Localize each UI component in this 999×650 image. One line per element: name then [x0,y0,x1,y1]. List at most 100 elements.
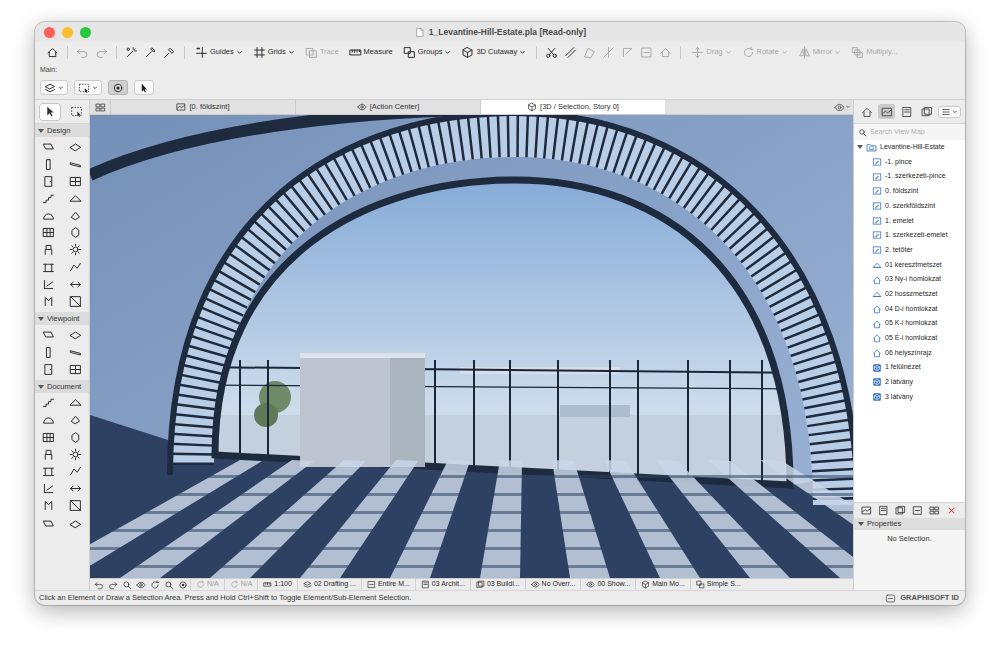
magic-wand-button[interactable] [122,46,141,59]
tree-item[interactable]: 0. szerkföldszint [854,199,965,214]
tool-button[interactable] [35,497,62,514]
quick-option[interactable]: 03 Buildi... [470,579,525,590]
tool-button[interactable] [62,224,89,241]
navigation-button[interactable] [134,580,148,590]
toolbox-section-header[interactable]: Document [35,380,89,393]
tool-button[interactable] [62,344,89,361]
tool-button[interactable] [62,394,89,411]
navigator-mode-button[interactable] [878,104,895,119]
toolbar-button[interactable]: Multiply... [846,46,902,59]
tool-button[interactable] [62,463,89,480]
toolbar-button[interactable]: 3D Cutaway [456,46,531,59]
quick-option[interactable]: 00 Show... [580,579,635,590]
quick-option[interactable]: No Overr... [525,579,581,590]
tool-button[interactable] [62,429,89,446]
infobox-segment[interactable] [134,80,154,95]
tree-item[interactable]: 3 látvány [854,390,965,405]
navigation-button[interactable] [148,580,162,590]
zoom-button[interactable] [80,27,91,38]
tree-root[interactable]: Levantine-Hill-Estate [854,140,965,155]
tool-button[interactable] [62,446,89,463]
navigation-button[interactable] [120,580,134,590]
navigator-mode-button[interactable] [858,104,875,119]
offset-button[interactable] [561,46,580,59]
tool-button[interactable] [62,241,89,258]
tree-item[interactable]: 2. tetőtér [854,243,965,258]
tool-button[interactable] [35,276,62,293]
tool-button[interactable] [35,480,62,497]
tree-item[interactable]: 05 K-i homlokzat [854,316,965,331]
tree-item[interactable]: 03 Ny-i homlokzat [854,272,965,287]
tool-button[interactable] [35,463,62,480]
tab-overview-button[interactable] [90,100,110,114]
close-button[interactable] [44,27,55,38]
tree-item[interactable]: -1. pince [854,155,965,170]
tree-item[interactable]: 01 keresztmetszet [854,258,965,273]
trim-button[interactable] [542,46,561,59]
tree-item[interactable]: 1 felülnézet [854,360,965,375]
navigator-action-button[interactable] [859,505,874,516]
quick-option[interactable]: Main Mo... [635,579,690,590]
toolbar-button[interactable]: Rotate [737,46,793,59]
toolbar-button[interactable]: Measure [344,46,398,59]
tree-item[interactable]: -1. szerkezeti-pince [854,169,965,184]
tool-button[interactable] [62,138,89,155]
tool-button[interactable] [35,138,62,155]
tool-button[interactable] [35,429,62,446]
toolbar-button[interactable]: Drag [686,46,736,59]
tool-button[interactable] [35,515,62,532]
tool-button[interactable] [35,224,62,241]
view-tab[interactable]: [3D / Selection, Story 0] [480,100,665,114]
tool-button[interactable] [62,497,89,514]
tool-button[interactable] [62,190,89,207]
graphisoft-id-button[interactable]: GRAPHISOFT ID [885,592,961,603]
quick-option[interactable]: 02 Drafting ... [297,579,361,590]
toolbox-section-header[interactable]: Design [35,124,89,137]
tool-button[interactable] [62,207,89,224]
tool-button[interactable] [35,207,62,224]
tool-button[interactable] [62,411,89,428]
tree-item[interactable]: 0. földszint [854,184,965,199]
undo-button[interactable] [73,46,92,59]
delete-button[interactable] [944,505,959,516]
disclosure-icon[interactable] [857,145,863,149]
navigator-action-button[interactable] [893,505,908,516]
tree-item[interactable]: 02 hosszmetszet [854,287,965,302]
quick-option[interactable]: Simple S... [690,579,746,590]
navigation-button[interactable] [176,580,190,590]
tree-item[interactable]: 2 látvány [854,375,965,390]
inject-button[interactable] [160,46,179,59]
toolbar-button[interactable]: Trace [300,46,344,59]
tool-button[interactable] [35,259,62,276]
tool-button[interactable] [35,361,62,378]
toolbar-button[interactable]: Mirror [793,46,847,59]
quick-option[interactable]: 03 Archit... [415,579,470,590]
tool-button[interactable] [35,190,62,207]
quick-option[interactable]: 1:100 [257,579,297,590]
view-tab[interactable]: [Action Center] [295,100,480,114]
toolbar-button[interactable]: Groups [398,46,457,59]
quick-option[interactable]: N/A [224,579,258,590]
roof-button[interactable] [656,46,675,59]
tool-button[interactable] [35,394,62,411]
infobox-segment[interactable] [108,80,128,95]
split-button[interactable] [599,46,618,59]
tree-item[interactable]: 05 É-i homlokzat [854,331,965,346]
navigator-menu-button[interactable] [938,106,961,118]
adjust-button[interactable] [618,46,637,59]
home-button[interactable] [43,46,62,59]
tree-item[interactable]: 1. emelet [854,213,965,228]
navigator-action-button[interactable] [876,505,891,516]
tree-item[interactable]: 04 D-i homlokzat [854,302,965,317]
tool-button[interactable] [62,361,89,378]
properties-header[interactable]: Properties [854,518,965,530]
tool-button[interactable] [35,411,62,428]
quick-option[interactable]: Entire M... [361,579,415,590]
marquee-tool[interactable] [66,104,86,120]
toolbox-section-header[interactable]: Viewpoint [35,312,89,325]
navigation-button[interactable] [162,580,176,590]
infobox-segment[interactable] [40,80,68,95]
tool-button[interactable] [62,173,89,190]
redo-button[interactable] [92,46,111,59]
tree-item[interactable]: 1. szerkezeti-emelet [854,228,965,243]
